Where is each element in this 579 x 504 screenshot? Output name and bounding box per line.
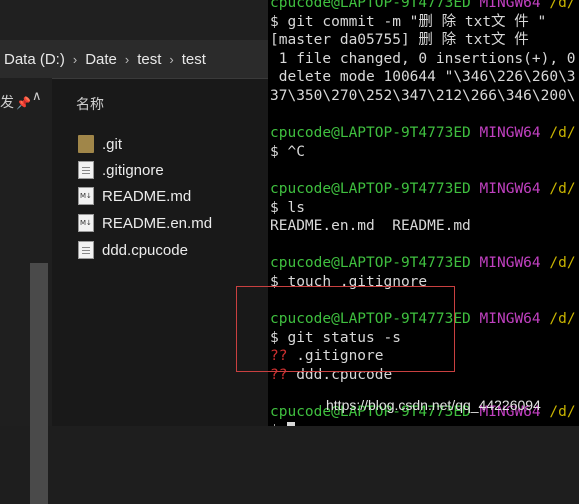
terminal-output-line: $ git commit -m "删 除 txt文 件 ": [270, 13, 546, 32]
prompt-user: cpucode@LAPTOP-9T4773ED: [270, 255, 471, 272]
chevron-right-icon[interactable]: ›: [165, 52, 177, 67]
prompt-path: /d/: [549, 0, 576, 11]
file-item-ddd-cpucode[interactable]: ddd.cpucode: [78, 238, 188, 262]
pin-icon: 📌: [16, 96, 31, 110]
file-list: 名称 .git .gitignore README.md README.en.m…: [52, 78, 268, 426]
breadcrumb-drive[interactable]: Data (D:): [0, 51, 69, 68]
markdown-file-icon: [78, 214, 94, 232]
terminal-cursor: [287, 421, 296, 426]
folder-icon: [78, 135, 94, 153]
text-file-icon: [78, 241, 94, 259]
terminal-prompt-line: cpucode@LAPTOP-9T4773ED MINGW64 /d/: [270, 0, 576, 13]
prompt-path: /d/: [549, 125, 576, 142]
breadcrumb-test-current[interactable]: test: [178, 51, 210, 68]
file-name: .gitignore: [102, 161, 164, 179]
column-header-name[interactable]: 名称: [76, 94, 104, 114]
terminal-text: $ ^C: [270, 143, 305, 160]
prompt-user: cpucode@LAPTOP-9T4773ED: [270, 181, 471, 197]
terminal-output-line: 1 file changed, 0 insertions(+), 0: [270, 50, 576, 69]
prompt-shell: MINGW64: [479, 181, 541, 197]
chevron-right-icon[interactable]: ›: [121, 52, 133, 67]
highlight-annotation-box: [236, 286, 455, 372]
terminal-output-line: README.en.md README.md: [270, 217, 471, 236]
breadcrumb-date[interactable]: Date: [81, 51, 121, 68]
terminal-text: delete mode 100644 "\346\226\260\3: [270, 69, 576, 86]
file-name: .git: [102, 135, 123, 153]
markdown-file-icon: [78, 187, 94, 205]
terminal-output-line: 37\350\270\252\347\212\266\346\200\: [270, 87, 576, 106]
terminal-output-line: $ ^C: [270, 143, 305, 162]
terminal-output-line: delete mode 100644 "\346\226\260\3: [270, 68, 576, 87]
file-item-readme-en[interactable]: README.en.md: [78, 211, 212, 235]
terminal-text: [master da05755] 删 除 txt文 件: [270, 32, 529, 49]
terminal-text: $ git commit -m "删 除 txt文 件 ": [270, 13, 547, 30]
terminal-prompt-line: cpucode@LAPTOP-9T4773ED MINGW64 /d/: [270, 180, 576, 199]
file-name: README.md: [102, 187, 192, 205]
prompt-path: /d/: [549, 181, 576, 197]
file-item-git[interactable]: .git: [78, 132, 122, 156]
chevron-right-icon[interactable]: ›: [69, 52, 81, 67]
file-item-readme[interactable]: README.md: [78, 184, 191, 208]
terminal-text: 1 file changed, 0 insertions(+), 0: [270, 50, 576, 67]
terminal-prompt-line: cpucode@LAPTOP-9T4773ED MINGW64 /d/: [270, 124, 576, 143]
watermark-text: https://blog.csdn.net/qq_44226094: [326, 397, 541, 413]
prompt-path: /d/: [549, 311, 576, 328]
terminal-text: $ ls: [270, 199, 305, 216]
text-file-icon: [78, 161, 94, 179]
terminal-output-line: $ ls: [270, 199, 305, 218]
file-explorer-window: Data (D:) › Date › test › test 发 📌 ∧ 名称 .…: [0, 0, 268, 504]
navigation-pane: 发 📌 ∧: [0, 78, 52, 504]
file-name: README.en.md: [102, 214, 213, 232]
nav-item-label: 发: [0, 94, 14, 110]
file-name: ddd.cpucode: [102, 241, 188, 259]
quick-access-item[interactable]: 发 📌: [0, 92, 31, 112]
breadcrumb-test[interactable]: test: [133, 51, 165, 68]
prompt-user: cpucode@LAPTOP-9T4773ED: [270, 0, 471, 11]
prompt-shell: MINGW64: [479, 0, 541, 11]
prompt-shell: MINGW64: [479, 125, 541, 142]
prompt-shell: MINGW64: [479, 255, 541, 272]
prompt-path: /d/: [549, 404, 576, 421]
terminal-output-line: $: [270, 421, 296, 426]
terminal-text: README.en.md README.md: [270, 218, 471, 235]
address-bar[interactable]: Data (D:) › Date › test › test: [0, 40, 268, 79]
chevron-up-icon[interactable]: ∧: [32, 88, 42, 104]
terminal-output-line: [master da05755] 删 除 txt文 件: [270, 31, 529, 50]
prompt-path: /d/: [549, 255, 576, 272]
terminal-text: 37\350\270\252\347\212\266\346\200\: [270, 88, 576, 104]
nav-scrollbar[interactable]: [30, 263, 48, 504]
explorer-toolbar-strip: [0, 0, 268, 40]
terminal-prompt-line: cpucode@LAPTOP-9T4773ED MINGW64 /d/: [270, 254, 576, 273]
prompt-shell: MINGW64: [479, 311, 541, 328]
prompt-user: cpucode@LAPTOP-9T4773ED: [270, 125, 471, 142]
file-item-gitignore[interactable]: .gitignore: [78, 158, 164, 182]
